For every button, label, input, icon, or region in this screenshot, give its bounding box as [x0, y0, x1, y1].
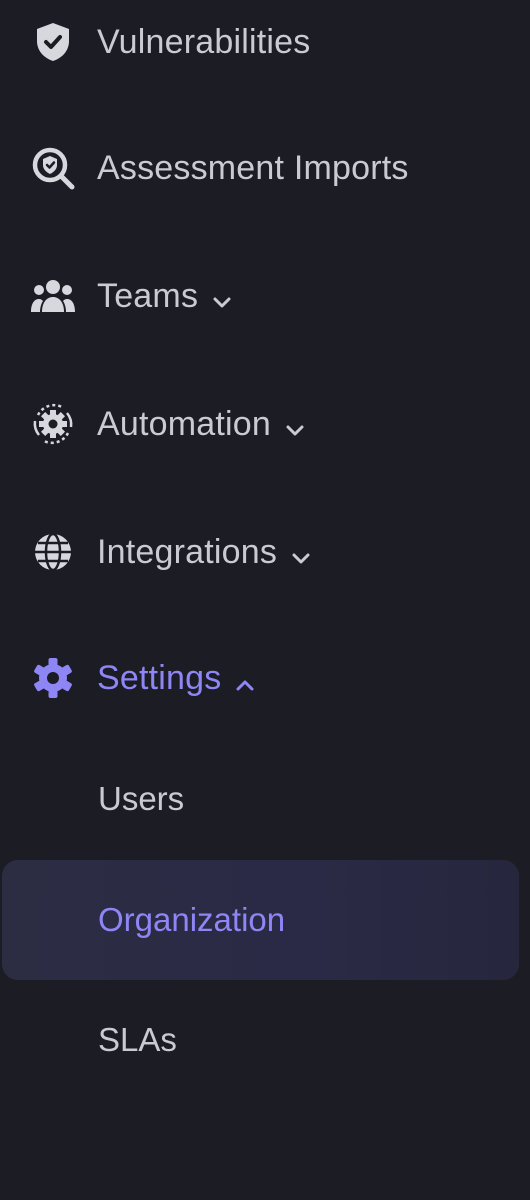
nav-item-vulnerabilities[interactable]: Vulnerabilities — [0, 10, 530, 74]
subnav-item-organization[interactable]: Organization — [0, 860, 530, 980]
nav-label-assessment-imports: Assessment Imports — [97, 149, 409, 187]
cog-cycle-icon — [30, 401, 76, 447]
nav-label-automation: Automation — [97, 401, 305, 447]
nav-text-settings: Settings — [97, 659, 222, 697]
subnav-label-users: Users — [98, 780, 185, 817]
nav-label-integrations: Integrations — [97, 529, 311, 575]
nav-item-teams[interactable]: Teams — [0, 264, 530, 328]
nav-item-assessment-imports[interactable]: Assessment Imports — [0, 136, 530, 200]
gear-icon — [30, 655, 76, 701]
subnav-label-slas: SLAs — [98, 1021, 177, 1058]
globe-icon — [30, 529, 76, 575]
shield-check-icon — [30, 19, 76, 65]
chevron-down-icon — [291, 535, 311, 575]
chevron-up-icon — [235, 661, 255, 701]
nav-item-automation[interactable]: Automation — [0, 392, 530, 456]
nav-item-integrations[interactable]: Integrations — [0, 520, 530, 584]
subnav-item-slas[interactable]: SLAs — [0, 1004, 530, 1076]
nav-item-settings[interactable]: Settings — [0, 646, 530, 710]
nav-label-teams: Teams — [97, 273, 232, 319]
chevron-down-icon — [212, 279, 232, 319]
nav-text-integrations: Integrations — [97, 533, 278, 571]
nav-text-teams: Teams — [97, 277, 199, 315]
users-icon — [30, 273, 76, 319]
nav-label-settings: Settings — [97, 655, 255, 701]
chevron-down-icon — [285, 407, 305, 447]
nav-text-automation: Automation — [97, 405, 271, 443]
nav-label-vulnerabilities: Vulnerabilities — [97, 23, 311, 61]
sidebar-nav: Vulnerabilities Assessment Imports Teams… — [0, 0, 530, 1200]
subnav-item-users[interactable]: Users — [0, 763, 530, 835]
subnav-label-organization: Organization — [98, 901, 286, 938]
magnify-shield-icon — [30, 145, 76, 191]
